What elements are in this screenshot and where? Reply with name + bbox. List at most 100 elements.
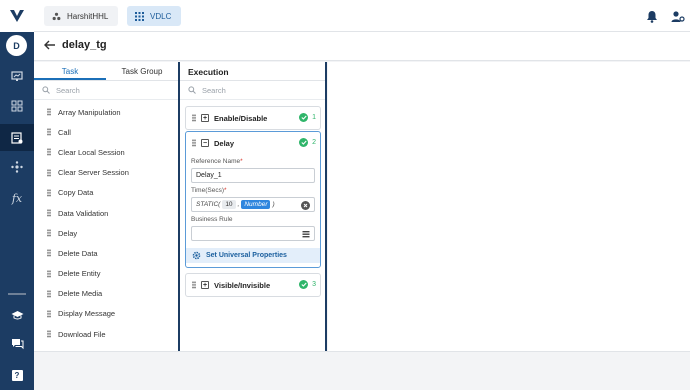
static-expression: STATIC( 10 , Number ) xyxy=(196,200,275,209)
card-label: Enable/Disable xyxy=(214,113,268,123)
set-universal-properties-label: Set Universal Properties xyxy=(206,252,287,259)
task-label: Delay xyxy=(58,228,78,238)
user-settings-icon[interactable] xyxy=(670,8,686,24)
page-header: delay_tg xyxy=(34,32,690,61)
workspace-canvas[interactable] xyxy=(328,62,690,351)
task-label: Array Manipulation xyxy=(58,107,121,117)
drag-handle-icon[interactable] xyxy=(47,289,51,298)
drag-handle-icon[interactable] xyxy=(47,148,51,157)
execution-card-visible-invisible[interactable]: + Visible/Invisible 3 xyxy=(185,273,321,297)
business-rule-label: Business Rule xyxy=(191,216,233,223)
time-type-token[interactable]: Number xyxy=(241,200,271,209)
list-item[interactable]: Download File xyxy=(34,324,178,344)
execution-search-input[interactable]: Search xyxy=(180,81,325,100)
drag-handle-icon[interactable] xyxy=(192,139,196,147)
task-search-placeholder: Search xyxy=(56,85,80,95)
footer-area xyxy=(34,351,690,390)
app-logo[interactable] xyxy=(0,0,34,32)
drag-handle-icon[interactable] xyxy=(47,209,51,218)
task-search-input[interactable]: Search xyxy=(34,81,178,100)
monitor-icon[interactable] xyxy=(0,65,34,87)
drag-handle-icon[interactable] xyxy=(47,309,51,318)
task-label: Data Validation xyxy=(58,208,109,218)
workspace-icon xyxy=(52,12,61,20)
chat-icon[interactable] xyxy=(0,333,34,355)
page-title: delay_tg xyxy=(62,39,107,51)
top-bar: HarshitHHL VDLC xyxy=(34,0,690,32)
set-universal-properties-button[interactable]: Set Universal Properties xyxy=(186,248,320,263)
list-item[interactable]: Delete Data xyxy=(34,243,178,263)
task-label: Clear Local Session xyxy=(58,147,125,157)
list-item[interactable]: Clear Server Session xyxy=(34,163,178,183)
project-chip[interactable]: VDLC xyxy=(127,6,182,26)
drag-handle-icon[interactable] xyxy=(47,128,51,137)
learn-icon[interactable] xyxy=(0,304,34,326)
time-value-token[interactable]: 10 xyxy=(222,200,236,209)
reference-name-field[interactable]: Delay_1 xyxy=(191,168,315,183)
drag-handle-icon[interactable] xyxy=(47,168,51,177)
gear-icon xyxy=(192,251,201,260)
drag-handle-icon[interactable] xyxy=(47,269,51,278)
project-chip-label: VDLC xyxy=(150,11,172,21)
execution-card-delay[interactable]: − Delay 2 Reference Name* Delay_1 Time(S… xyxy=(185,131,321,268)
logo-icon xyxy=(10,10,24,22)
card-order: 3 xyxy=(312,281,316,288)
execution-search-placeholder: Search xyxy=(202,85,226,95)
collapse-icon[interactable]: − xyxy=(201,139,209,147)
notification-bell-icon[interactable] xyxy=(644,8,660,24)
list-item[interactable]: Data Validation xyxy=(34,203,178,223)
list-item[interactable]: Display Message xyxy=(34,304,178,324)
drag-handle-icon[interactable] xyxy=(192,114,196,122)
tab-task-group[interactable]: Task Group xyxy=(106,62,178,80)
task-list: Array Manipulation Call Clear Local Sess… xyxy=(34,100,178,344)
back-arrow-icon[interactable] xyxy=(44,40,56,50)
list-item[interactable]: Delete Entity xyxy=(34,264,178,284)
help-icon[interactable]: ? xyxy=(0,364,34,386)
hub-icon[interactable] xyxy=(0,156,34,178)
reference-name-value: Delay_1 xyxy=(196,172,222,179)
business-rule-field[interactable] xyxy=(191,226,315,241)
required-marker: * xyxy=(223,187,227,194)
rail-divider xyxy=(8,293,26,295)
card-order: 2 xyxy=(312,139,316,146)
list-item[interactable]: Call xyxy=(34,122,178,142)
clear-icon[interactable] xyxy=(301,200,310,210)
drag-handle-icon[interactable] xyxy=(47,249,51,258)
list-item[interactable]: Array Manipulation xyxy=(34,102,178,122)
card-order: 1 xyxy=(312,114,316,121)
drag-handle-icon[interactable] xyxy=(47,188,51,197)
task-label: Copy Data xyxy=(58,188,94,198)
task-tabs: Task Task Group xyxy=(34,62,178,81)
list-item[interactable]: Delete Media xyxy=(34,284,178,304)
workspace-chip[interactable]: HarshitHHL xyxy=(44,6,119,26)
list-item[interactable]: Copy Data xyxy=(34,183,178,203)
tab-task[interactable]: Task xyxy=(34,62,106,80)
execution-title: Execution xyxy=(180,62,325,81)
required-marker: * xyxy=(240,158,243,165)
execution-card-enable-disable[interactable]: + Enable/Disable 1 xyxy=(185,106,321,130)
check-circle-icon xyxy=(299,280,308,289)
expand-icon[interactable]: + xyxy=(201,281,209,289)
expand-icon[interactable]: + xyxy=(201,114,209,122)
task-panel: Task Task Group Search Array Manipulatio… xyxy=(34,62,180,351)
list-item[interactable]: Clear Local Session xyxy=(34,142,178,162)
time-secs-field[interactable]: STATIC( 10 , Number ) xyxy=(191,197,315,212)
card-label: Delay xyxy=(214,138,235,148)
list-icon[interactable] xyxy=(302,230,310,238)
function-icon[interactable]: fx xyxy=(0,187,34,209)
drag-handle-icon[interactable] xyxy=(192,281,196,289)
drag-handle-icon[interactable] xyxy=(47,108,51,117)
task-flow-icon[interactable] xyxy=(0,124,34,151)
network-icon[interactable] xyxy=(0,95,34,117)
task-label: Delete Entity xyxy=(58,269,101,279)
task-label: Clear Server Session xyxy=(58,168,129,178)
task-label: Download File xyxy=(58,329,106,339)
execution-panel: Execution Search + Enable/Disable 1 − De… xyxy=(180,62,327,351)
user-avatar[interactable]: D xyxy=(6,35,27,56)
list-item[interactable]: Delay xyxy=(34,223,178,243)
check-circle-icon xyxy=(299,138,308,147)
time-secs-label: Time(Secs)* xyxy=(191,187,227,194)
drag-handle-icon[interactable] xyxy=(47,330,51,339)
drag-handle-icon[interactable] xyxy=(47,229,51,238)
task-label: Delete Media xyxy=(58,289,103,299)
